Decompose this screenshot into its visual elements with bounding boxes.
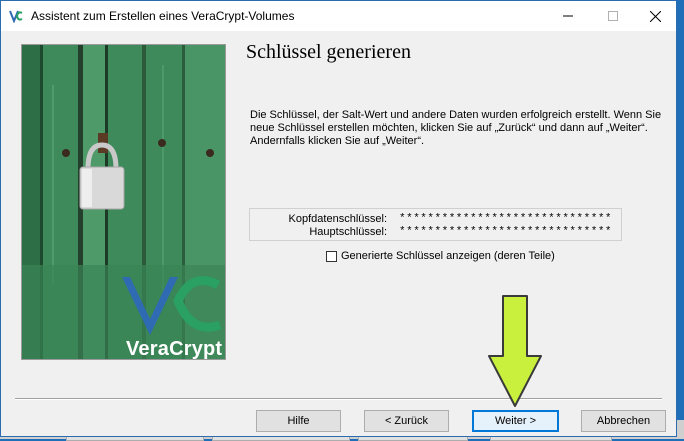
wizard-side-image: VeraCrypt: [21, 44, 226, 360]
title-bar[interactable]: Assistent zum Erstellen eines VeraCrypt-…: [1, 1, 676, 31]
veracrypt-app-icon: [9, 10, 23, 23]
master-key-label: Hauptschlüssel:: [309, 226, 387, 238]
help-button[interactable]: Hilfe: [256, 410, 341, 432]
maximize-button[interactable]: [590, 1, 635, 31]
header-key-row: Kopfdatenschlüssel: ********************…: [250, 213, 621, 226]
minimize-button[interactable]: [545, 1, 590, 31]
separator-line: [15, 398, 662, 400]
master-key-row: Hauptschlüssel: ************************…: [250, 226, 621, 239]
page-title: Schlüssel generieren: [246, 41, 411, 63]
show-keys-checkbox[interactable]: Generierte Schlüssel anzeigen (deren Tei…: [326, 250, 555, 262]
close-icon: [650, 10, 661, 22]
maximize-icon: [607, 11, 618, 21]
cancel-button[interactable]: Abbrechen: [581, 410, 666, 432]
checkbox-box[interactable]: [326, 250, 337, 262]
arrow-annotation-icon: [488, 295, 542, 407]
minimize-icon: [562, 15, 573, 17]
wizard-window: Assistent zum Erstellen eines VeraCrypt-…: [0, 0, 677, 437]
padlock-door-illustration: [22, 45, 225, 359]
master-key-value: ******************************: [399, 226, 613, 238]
header-key-label: Kopfdatenschlüssel:: [288, 213, 387, 225]
window-title: Assistent zum Erstellen eines VeraCrypt-…: [31, 9, 295, 23]
veracrypt-logo-text: VeraCrypt: [126, 338, 223, 360]
header-key-value: ******************************: [399, 213, 613, 225]
show-keys-label[interactable]: Generierte Schlüssel anzeigen (deren Tei…: [341, 250, 555, 262]
close-button[interactable]: [633, 1, 678, 31]
back-button[interactable]: < Zurück: [364, 410, 449, 432]
keys-group: Kopfdatenschlüssel: ********************…: [249, 208, 622, 241]
next-button[interactable]: Weiter >: [472, 410, 559, 432]
info-text: Die Schlüssel, der Salt-Wert und andere …: [250, 109, 662, 147]
